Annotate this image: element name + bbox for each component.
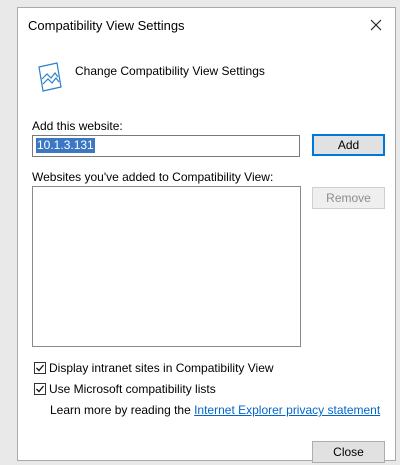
ms-lists-checkbox-label: Use Microsoft compatibility lists	[49, 382, 216, 396]
compatibility-page-icon	[37, 61, 63, 93]
title-bar: Compatibility View Settings	[18, 8, 395, 42]
website-input-value: 10.1.3.131	[36, 138, 95, 153]
close-icon	[370, 19, 382, 31]
websites-list-label: Websites you've added to Compatibility V…	[32, 170, 274, 184]
add-website-label: Add this website:	[32, 119, 123, 133]
title-close-button[interactable]	[363, 12, 389, 38]
dialog-header: Change Compatibility View Settings	[75, 64, 265, 78]
websites-list[interactable]	[32, 186, 301, 347]
intranet-checkbox-row[interactable]: Display intranet sites in Compatibility …	[34, 361, 274, 375]
compatibility-view-dialog: Compatibility View Settings Change Compa…	[17, 7, 396, 463]
learn-more-text: Learn more by reading the	[50, 403, 195, 417]
checkmark-icon	[36, 385, 45, 393]
close-button[interactable]: Close	[312, 441, 385, 463]
learn-more-row: Learn more by reading the Internet Explo…	[50, 403, 380, 417]
remove-button[interactable]: Remove	[312, 187, 385, 209]
ms-lists-checkbox-row[interactable]: Use Microsoft compatibility lists	[34, 382, 216, 396]
dialog-title: Compatibility View Settings	[28, 18, 185, 33]
intranet-checkbox[interactable]	[34, 362, 46, 374]
ms-lists-checkbox[interactable]	[34, 383, 46, 395]
intranet-checkbox-label: Display intranet sites in Compatibility …	[49, 361, 274, 375]
website-input[interactable]: 10.1.3.131	[32, 135, 300, 157]
checkmark-icon	[36, 364, 45, 372]
privacy-statement-link[interactable]: Internet Explorer privacy statement	[194, 403, 380, 417]
add-button[interactable]: Add	[312, 134, 385, 156]
